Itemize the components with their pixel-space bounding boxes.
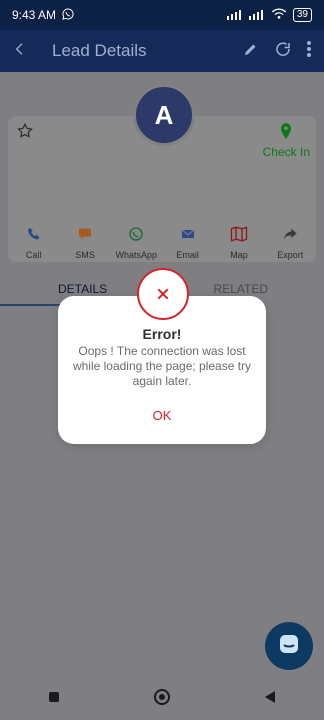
- signal-icon: [226, 8, 243, 23]
- status-left: 9:43 AM: [12, 7, 74, 23]
- status-right: 39: [226, 8, 312, 23]
- home-button[interactable]: [150, 685, 174, 709]
- action-call[interactable]: Call: [8, 226, 59, 260]
- home-icon: [154, 689, 170, 705]
- whatsapp-notification-icon: [62, 7, 74, 23]
- check-in-button[interactable]: Check In: [263, 122, 310, 159]
- error-icon: [137, 268, 189, 320]
- tab-related[interactable]: RELATED: [214, 282, 268, 296]
- action-map[interactable]: Map: [213, 226, 264, 260]
- screen: 9:43 AM 39 Lead Details Check In Call SM…: [0, 0, 324, 720]
- star-icon[interactable]: [16, 122, 34, 145]
- recents-button[interactable]: [42, 685, 66, 709]
- sms-icon: [77, 226, 93, 247]
- app-bar: Lead Details: [0, 30, 324, 72]
- wifi-icon: [271, 8, 287, 23]
- status-bar: 9:43 AM 39: [0, 0, 324, 30]
- action-email[interactable]: Email: [162, 226, 213, 260]
- refresh-icon[interactable]: [274, 40, 292, 63]
- action-label: WhatsApp: [115, 250, 158, 260]
- action-label: Map: [230, 250, 248, 260]
- signal-icon-2: [248, 8, 265, 23]
- edit-icon[interactable]: [242, 40, 260, 63]
- chat-fab[interactable]: [265, 622, 313, 670]
- location-pin-icon: [279, 122, 293, 145]
- chat-icon: [277, 632, 301, 661]
- ok-button[interactable]: OK: [58, 408, 266, 423]
- action-label: Call: [25, 250, 42, 260]
- status-time: 9:43 AM: [12, 8, 57, 22]
- back-nav-icon: [265, 691, 275, 703]
- action-label: Email: [176, 250, 199, 260]
- system-nav-bar: [0, 674, 324, 720]
- action-whatsapp[interactable]: WhatsApp: [111, 226, 162, 260]
- more-options-icon[interactable]: [306, 40, 312, 63]
- map-icon: [230, 226, 248, 247]
- phone-icon: [26, 226, 42, 247]
- action-sms[interactable]: SMS: [59, 226, 110, 260]
- battery-indicator: 39: [292, 8, 312, 22]
- recents-icon: [49, 692, 59, 702]
- action-label: Export: [277, 250, 304, 260]
- lead-actions: Call SMS WhatsApp Email Map Export: [8, 226, 316, 260]
- share-arrow-icon: [282, 226, 298, 247]
- avatar: A: [133, 84, 195, 146]
- dialog-message: Oops ! The connection was lost while loa…: [72, 344, 252, 388]
- app-bar-actions: [242, 40, 312, 63]
- check-in-label: Check In: [262, 145, 310, 159]
- action-label: SMS: [75, 250, 95, 260]
- dialog-title: Error!: [142, 326, 182, 342]
- whatsapp-icon: [128, 226, 144, 247]
- back-button[interactable]: [258, 685, 282, 709]
- email-icon: [180, 226, 196, 247]
- tab-details[interactable]: DETAILS: [58, 282, 107, 296]
- back-icon[interactable]: [12, 41, 28, 62]
- page-title: Lead Details: [52, 41, 147, 60]
- action-export[interactable]: Export: [265, 226, 316, 260]
